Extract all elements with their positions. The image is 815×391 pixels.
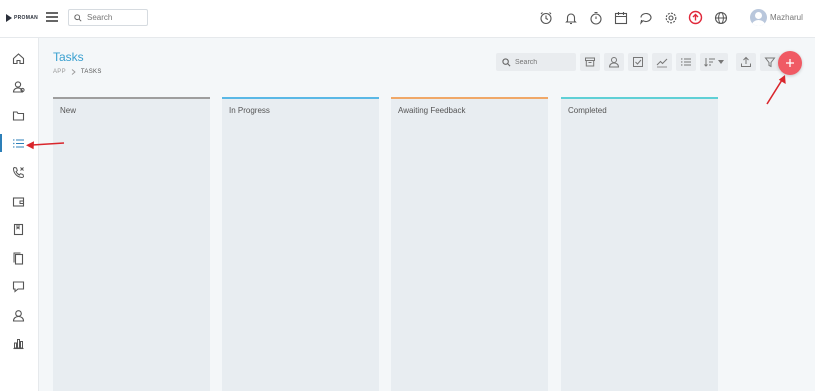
calendar-icon[interactable]	[612, 9, 629, 26]
column-title: Completed	[568, 106, 607, 115]
menu-toggle-icon[interactable]	[46, 12, 58, 22]
kanban-column-new[interactable]: New	[53, 97, 210, 391]
checkbox-icon	[633, 57, 643, 67]
book-icon	[13, 223, 24, 236]
export-button[interactable]	[736, 53, 756, 71]
sidebar-item-tasks[interactable]	[11, 136, 26, 151]
bell-icon[interactable]	[562, 9, 579, 26]
globe-icon[interactable]	[712, 9, 729, 26]
app-logo[interactable]: PROMAN	[6, 14, 38, 22]
sidebar-item-users[interactable]	[11, 308, 26, 323]
folder-icon	[12, 111, 25, 121]
gear-icon[interactable]	[662, 9, 679, 26]
page-title: Tasks	[53, 50, 84, 64]
top-icon-bar	[537, 9, 729, 26]
assignee-button[interactable]	[604, 53, 624, 71]
sidebar-item-knowledge[interactable]	[11, 222, 26, 237]
logo-text: PROMAN	[14, 15, 39, 21]
sidebar-item-projects[interactable]	[11, 108, 26, 123]
chevron-right-icon	[71, 69, 76, 75]
list-view-button[interactable]	[676, 53, 696, 71]
kanban-column-in-progress[interactable]: In Progress	[222, 97, 379, 391]
caret-down-icon	[718, 60, 724, 64]
archive-icon	[585, 57, 595, 67]
sidebar-item-documents[interactable]	[11, 251, 26, 266]
user-icon	[12, 310, 25, 322]
avatar	[750, 9, 767, 26]
filter-button[interactable]	[760, 53, 780, 71]
export-icon	[741, 56, 751, 67]
top-bar: PROMAN Mazharul	[0, 0, 815, 38]
breadcrumb-app[interactable]: APP	[53, 69, 66, 75]
filter-icon	[764, 57, 776, 68]
sidebar-item-contacts[interactable]	[11, 79, 26, 94]
sidebar-active-indicator	[0, 134, 2, 152]
user-name: Mazharul	[770, 13, 803, 22]
breadcrumb: APP TASKS	[53, 69, 102, 75]
breadcrumb-current: TASKS	[80, 69, 102, 75]
alarm-icon[interactable]	[537, 9, 554, 26]
plus-icon	[786, 59, 794, 67]
global-search-input[interactable]	[87, 13, 145, 22]
arrow-to-add-button-annotation	[766, 75, 786, 105]
checkbox-button[interactable]	[628, 53, 648, 71]
search-icon	[502, 57, 511, 66]
sort-dropdown[interactable]	[700, 53, 728, 71]
sidebar	[0, 38, 39, 391]
sidebar-item-wallet[interactable]	[11, 194, 26, 209]
reports-icon	[13, 339, 24, 350]
logo-mark-icon	[6, 14, 12, 22]
add-task-button[interactable]	[778, 51, 802, 75]
sort-icon	[704, 58, 715, 67]
user-menu[interactable]: Mazharul	[750, 9, 803, 26]
column-title: Awaiting Feedback	[398, 106, 466, 115]
sidebar-item-support[interactable]	[11, 279, 26, 294]
sidebar-item-calls[interactable]	[11, 165, 26, 180]
trend-button[interactable]	[652, 53, 672, 71]
task-toolbar	[496, 53, 780, 71]
wallet-icon	[12, 197, 25, 207]
contacts-icon	[12, 81, 25, 93]
sidebar-item-home[interactable]	[11, 51, 26, 66]
upgrade-icon[interactable]	[687, 9, 704, 26]
kanban-column-completed[interactable]: Completed	[561, 97, 718, 391]
trend-icon	[656, 58, 668, 68]
assignee-icon	[608, 57, 620, 68]
home-icon	[12, 53, 25, 65]
column-title: In Progress	[229, 106, 270, 115]
task-search-input[interactable]	[515, 58, 573, 66]
calls-icon	[13, 166, 25, 178]
chat-icon[interactable]	[637, 9, 654, 26]
kanban-column-awaiting-feedback[interactable]: Awaiting Feedback	[391, 97, 548, 391]
tasks-icon	[13, 139, 24, 148]
archive-button[interactable]	[580, 53, 600, 71]
documents-icon	[13, 252, 24, 265]
search-icon	[74, 13, 82, 22]
list-icon	[681, 58, 691, 66]
column-title: New	[60, 106, 77, 115]
timer-icon[interactable]	[587, 9, 604, 26]
sidebar-item-reports[interactable]	[11, 336, 26, 351]
task-search[interactable]	[496, 53, 576, 71]
global-search[interactable]	[68, 9, 148, 26]
support-icon	[12, 281, 25, 293]
